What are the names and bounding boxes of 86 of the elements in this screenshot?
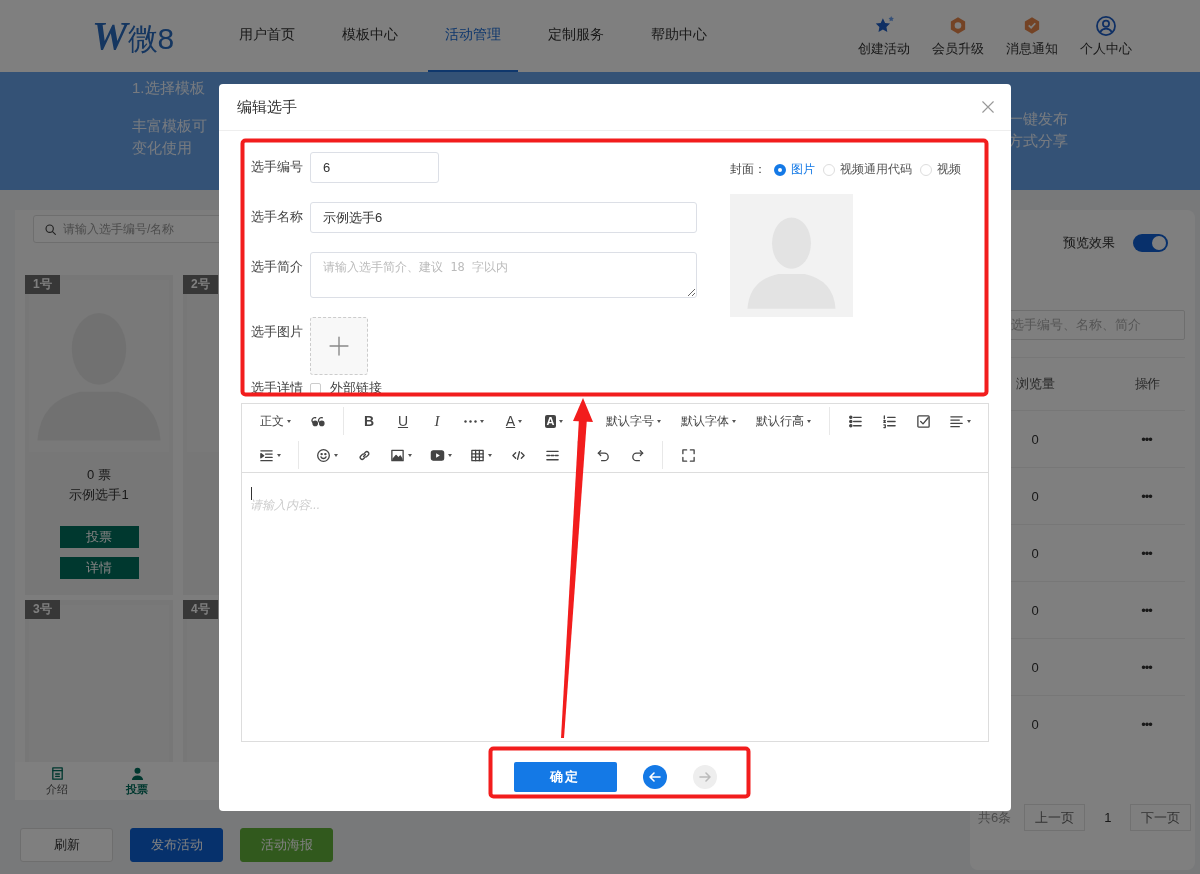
dialog-title: 编辑选手 xyxy=(237,97,297,117)
checkbox[interactable] xyxy=(310,383,321,394)
bottom-tab[interactable]: 投票 xyxy=(97,762,177,800)
image-icon xyxy=(390,447,405,463)
format-button[interactable]: A xyxy=(534,407,574,435)
format-button[interactable]: U xyxy=(386,407,420,435)
back-button[interactable] xyxy=(642,764,667,789)
person-icon xyxy=(129,765,145,781)
radio-option[interactable]: 图片 xyxy=(774,161,815,178)
number-badge: 2号 xyxy=(183,275,218,294)
row-menu[interactable]: ••• xyxy=(1102,488,1185,504)
bottom-tab[interactable]: 介绍 xyxy=(17,762,97,800)
search-icon xyxy=(44,222,57,236)
nav-tab[interactable]: 用户首页 xyxy=(222,0,312,72)
page-button[interactable]: 刷新 xyxy=(20,828,113,862)
logo-mark: W xyxy=(92,12,128,59)
contestant-name: 示例选手1 xyxy=(69,486,129,504)
table-icon xyxy=(470,447,485,463)
table-cell-text: 0 xyxy=(1030,659,1040,675)
step-title: 1.选择模板 xyxy=(132,78,206,98)
format-button[interactable]: I xyxy=(420,407,454,435)
column-header: 操作 xyxy=(1133,375,1160,393)
format-button[interactable]: B xyxy=(352,407,386,435)
checkbox-label: 外部链接 xyxy=(330,380,382,397)
text-area[interactable]: 请输入选手简介、建议 18 字以内 xyxy=(310,252,697,298)
row-menu[interactable]: ••• xyxy=(1102,431,1185,447)
number-badge: 4号 xyxy=(183,600,218,619)
redo-icon xyxy=(629,447,645,463)
row-menu[interactable]: ••• xyxy=(1102,545,1185,561)
number-badge: 1号 xyxy=(25,275,60,294)
fullscreen-icon xyxy=(680,447,696,463)
row-menu[interactable]: ••• xyxy=(1102,602,1185,618)
toolbar-dropdown[interactable]: 默认字号 xyxy=(596,407,671,435)
user-icon xyxy=(1095,14,1117,37)
table-cell-text: 0 xyxy=(1030,716,1040,732)
card-button[interactable]: 详情 xyxy=(59,557,139,579)
table-cell-text: 0 xyxy=(1030,431,1040,447)
field-label: 选手图片 xyxy=(251,324,304,341)
field-label: 选手简介 xyxy=(251,259,304,276)
table-cell-text: 0 xyxy=(1030,602,1040,618)
bulleted-list-icon xyxy=(847,413,863,429)
nav-tab[interactable]: 模板中心 xyxy=(325,0,415,72)
document-icon xyxy=(49,765,65,781)
header-action-label[interactable]: 会员升级 xyxy=(932,39,984,58)
close-icon xyxy=(981,100,995,114)
nav-tab[interactable]: 定制服务 xyxy=(531,0,621,72)
header-action-label[interactable]: 创建活动 xyxy=(858,39,910,58)
undo-icon xyxy=(595,447,611,463)
field-label: 选手详情 xyxy=(251,380,304,397)
numbered-list-icon xyxy=(881,413,897,429)
header-action-label[interactable]: 个人中心 xyxy=(1080,39,1132,58)
emoji-icon xyxy=(316,447,331,463)
row-menu[interactable]: ••• xyxy=(1102,716,1185,732)
field-label: 选手名称 xyxy=(251,209,304,226)
toolbar-dropdown[interactable]: 正文 xyxy=(250,407,301,435)
nav-tab[interactable]: 帮助中心 xyxy=(634,0,724,72)
close-button[interactable] xyxy=(981,100,995,114)
card-button[interactable]: 投票 xyxy=(59,526,139,548)
step-description: 变化使用 xyxy=(132,138,193,158)
toolbar-dropdown[interactable]: 默认字体 xyxy=(671,407,746,435)
toggle-switch[interactable] xyxy=(1133,234,1168,252)
radio-option[interactable]: 视频通用代码 xyxy=(823,161,912,178)
row-menu[interactable]: ••• xyxy=(1102,659,1185,675)
table-cell-text: 0 xyxy=(1030,488,1040,504)
confirm-button[interactable]: 确定 xyxy=(513,761,617,792)
radio-option[interactable]: 视频 xyxy=(920,161,961,178)
indent-icon xyxy=(259,447,274,463)
table-cell-text: 0 xyxy=(1030,545,1040,561)
checkbox-icon xyxy=(915,413,931,429)
header-action-label[interactable]: 消息通知 xyxy=(1006,39,1058,58)
format-button[interactable]: A xyxy=(494,407,534,435)
align-icon xyxy=(949,413,964,429)
column-header: 浏览量 xyxy=(1014,375,1056,393)
vote-count: 0 票 xyxy=(87,466,111,484)
field-label: 选手编号 xyxy=(251,159,304,176)
more-icon xyxy=(464,419,477,423)
toolbar-dropdown[interactable]: 默认行高 xyxy=(746,407,821,435)
video-icon xyxy=(430,447,445,463)
page-button[interactable]: 发布活动 xyxy=(130,828,223,862)
page-number[interactable]: 1 xyxy=(1098,810,1118,825)
number-badge: 3号 xyxy=(25,600,60,619)
text-field[interactable]: 6 xyxy=(310,152,439,183)
text-field[interactable]: 示例选手6 xyxy=(310,202,697,233)
cover-label: 封面： xyxy=(730,161,766,178)
toggle-label: 预览效果 xyxy=(1063,234,1115,252)
plus-icon xyxy=(328,335,350,357)
